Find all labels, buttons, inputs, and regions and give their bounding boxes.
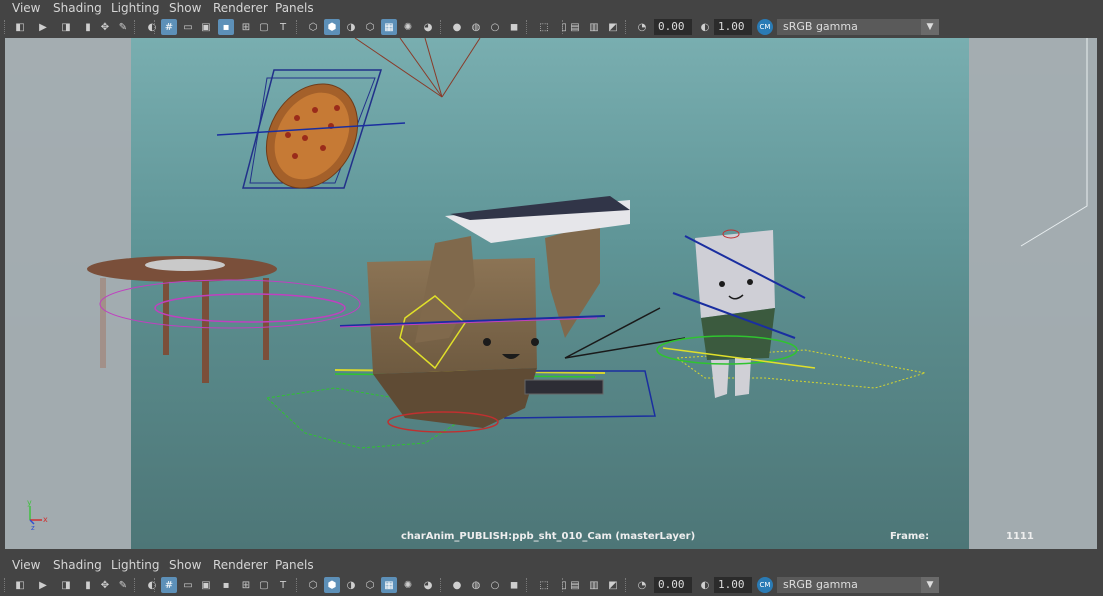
gate-mask-icon[interactable]: ▪ (218, 19, 234, 35)
xray-joints-icon[interactable]: ▤ (567, 577, 583, 593)
image-plane-icon[interactable]: ▮ (80, 577, 96, 593)
use-all-lights-icon[interactable]: ✺ (400, 577, 416, 593)
screen-space-ao-icon[interactable]: ● (449, 577, 465, 593)
hud-frame-label: Frame: (890, 531, 930, 542)
motion-blur-icon[interactable]: ◍ (468, 577, 484, 593)
bookmark-icon[interactable]: ◨ (58, 577, 74, 593)
view-transform-value: sRGB gamma (783, 20, 858, 33)
field-chart-icon[interactable]: ⊞ (238, 19, 254, 35)
bookmark-icon[interactable]: ◨ (58, 19, 74, 35)
multisample-aa-icon[interactable]: ○ (487, 19, 503, 35)
menu-lighting[interactable]: Lighting (111, 1, 160, 15)
safe-title-icon[interactable]: T (275, 19, 291, 35)
select-camera-icon[interactable]: ◧ (12, 577, 28, 593)
menu-renderer[interactable]: Renderer (213, 1, 268, 15)
resolution-gate-icon[interactable]: ▣ (198, 19, 214, 35)
exposure-icon[interactable]: ◔ (634, 19, 650, 35)
bottom-panel-menubar: View Shading Lighting Show Renderer Pane… (0, 557, 1103, 575)
backface-culling-icon[interactable]: ◩ (605, 19, 621, 35)
color-management-icon[interactable]: CM (757, 19, 773, 35)
axis-z-label: z (31, 524, 35, 532)
viewport-scene: y x z (5, 38, 1097, 549)
exposure-field[interactable]: 0.00 (654, 19, 692, 35)
motion-blur-icon[interactable]: ◍ (468, 19, 484, 35)
view-transform-value: sRGB gamma (783, 578, 858, 591)
screen-space-ao-icon[interactable]: ● (449, 19, 465, 35)
gate-mask-icon[interactable]: ▪ (218, 577, 234, 593)
select-camera-icon[interactable]: ◧ (12, 19, 28, 35)
menu-show-2[interactable]: Show (169, 558, 201, 572)
field-chart-icon[interactable]: ⊞ (238, 577, 254, 593)
shadows-icon[interactable]: ◕ (420, 577, 436, 593)
two-d-pan-icon[interactable]: ✥ (97, 577, 113, 593)
xray-active-icon[interactable]: ▥ (586, 577, 602, 593)
isolate-select-icon[interactable]: ⬚ (536, 19, 552, 35)
isolate-select-icon[interactable]: ⬚ (536, 577, 552, 593)
gamma-icon[interactable]: ◐ (697, 19, 713, 35)
camera-viewport[interactable]: y x z charAnim_PUBLISH:ppb_sht_010_Cam (… (5, 38, 1097, 549)
exposure-icon[interactable]: ◔ (634, 577, 650, 593)
menu-shading[interactable]: Shading (53, 1, 102, 15)
menu-lighting-2[interactable]: Lighting (111, 558, 160, 572)
menu-view-2[interactable]: View (12, 558, 40, 572)
default-material-icon[interactable]: ◑ (343, 19, 359, 35)
axis-x-label: x (43, 515, 48, 524)
gamma-field[interactable]: 1.00 (714, 577, 752, 593)
menu-renderer-2[interactable]: Renderer (213, 558, 268, 572)
view-transform-dropdown[interactable]: sRGB gamma ▼ (777, 577, 939, 593)
safe-action-icon[interactable]: ▢ (256, 19, 272, 35)
playback-icon[interactable]: ◐ (144, 19, 160, 35)
smooth-shade-icon[interactable]: ⬢ (324, 577, 340, 593)
view-transform-dropdown[interactable]: sRGB gamma ▼ (777, 19, 939, 35)
bottom-panel-toolbar: ◧ ▶ ◨ ▮ ✥ ✎ ◐ # ▭ ▣ ▪ ⊞ ▢ T ⬡ ⬢ ◑ ⬡ ▦ ✺ … (0, 575, 1103, 595)
menu-panels[interactable]: Panels (275, 1, 314, 15)
gamma-icon[interactable]: ◐ (697, 577, 713, 593)
chevron-down-icon: ▼ (921, 19, 939, 35)
camera-attributes-icon[interactable]: ▶ (35, 19, 51, 35)
xray-joints-icon[interactable]: ▤ (567, 19, 583, 35)
two-d-pan-icon[interactable]: ✥ (97, 19, 113, 35)
wireframe-on-shaded-icon[interactable]: ⬡ (362, 19, 378, 35)
xray-active-icon[interactable]: ▥ (586, 19, 602, 35)
grease-pencil-icon[interactable]: ✎ (115, 19, 131, 35)
hud-frame-value: 1111 (1006, 531, 1034, 542)
chevron-down-icon: ▼ (921, 577, 939, 593)
axis-y-label: y (27, 498, 32, 507)
depth-of-field-icon[interactable]: ◼ (506, 577, 522, 593)
use-all-lights-icon[interactable]: ✺ (400, 19, 416, 35)
grid-icon[interactable]: # (161, 577, 177, 593)
smooth-shade-icon[interactable]: ⬢ (324, 19, 340, 35)
textured-icon[interactable]: ▦ (381, 19, 397, 35)
backface-culling-icon[interactable]: ◩ (605, 577, 621, 593)
menu-view[interactable]: View (12, 1, 40, 15)
top-panel-menubar: View Shading Lighting Show Renderer Pane… (0, 0, 1103, 18)
default-material-icon[interactable]: ◑ (343, 577, 359, 593)
wireframe-icon[interactable]: ⬡ (305, 577, 321, 593)
menu-shading-2[interactable]: Shading (53, 558, 102, 572)
image-plane-icon[interactable]: ▮ (80, 19, 96, 35)
shadows-icon[interactable]: ◕ (420, 19, 436, 35)
safe-action-icon[interactable]: ▢ (256, 577, 272, 593)
camera-attributes-icon[interactable]: ▶ (35, 577, 51, 593)
gamma-field[interactable]: 1.00 (714, 19, 752, 35)
wireframe-icon[interactable]: ⬡ (305, 19, 321, 35)
film-gate-icon[interactable]: ▭ (180, 577, 196, 593)
grid-icon[interactable]: # (161, 19, 177, 35)
resolution-gate-icon[interactable]: ▣ (198, 577, 214, 593)
playback-icon[interactable]: ◐ (144, 577, 160, 593)
depth-of-field-icon[interactable]: ◼ (506, 19, 522, 35)
safe-title-icon[interactable]: T (275, 577, 291, 593)
hud-camera-name: charAnim_PUBLISH:ppb_sht_010_Cam (master… (401, 531, 696, 542)
color-management-icon[interactable]: CM (757, 577, 773, 593)
gate-mask-right (969, 38, 1097, 549)
textured-icon[interactable]: ▦ (381, 577, 397, 593)
multisample-aa-icon[interactable]: ○ (487, 577, 503, 593)
menu-show[interactable]: Show (169, 1, 201, 15)
grease-pencil-icon[interactable]: ✎ (115, 577, 131, 593)
top-panel-toolbar: ◧ ▶ ◨ ▮ ✥ ✎ ◐ # ▭ ▣ ▪ ⊞ ▢ T ⬡ ⬢ ◑ ⬡ ▦ ✺ … (0, 17, 1103, 37)
wireframe-on-shaded-icon[interactable]: ⬡ (362, 577, 378, 593)
menu-panels-2[interactable]: Panels (275, 558, 314, 572)
exposure-field[interactable]: 0.00 (654, 577, 692, 593)
film-gate-icon[interactable]: ▭ (180, 19, 196, 35)
